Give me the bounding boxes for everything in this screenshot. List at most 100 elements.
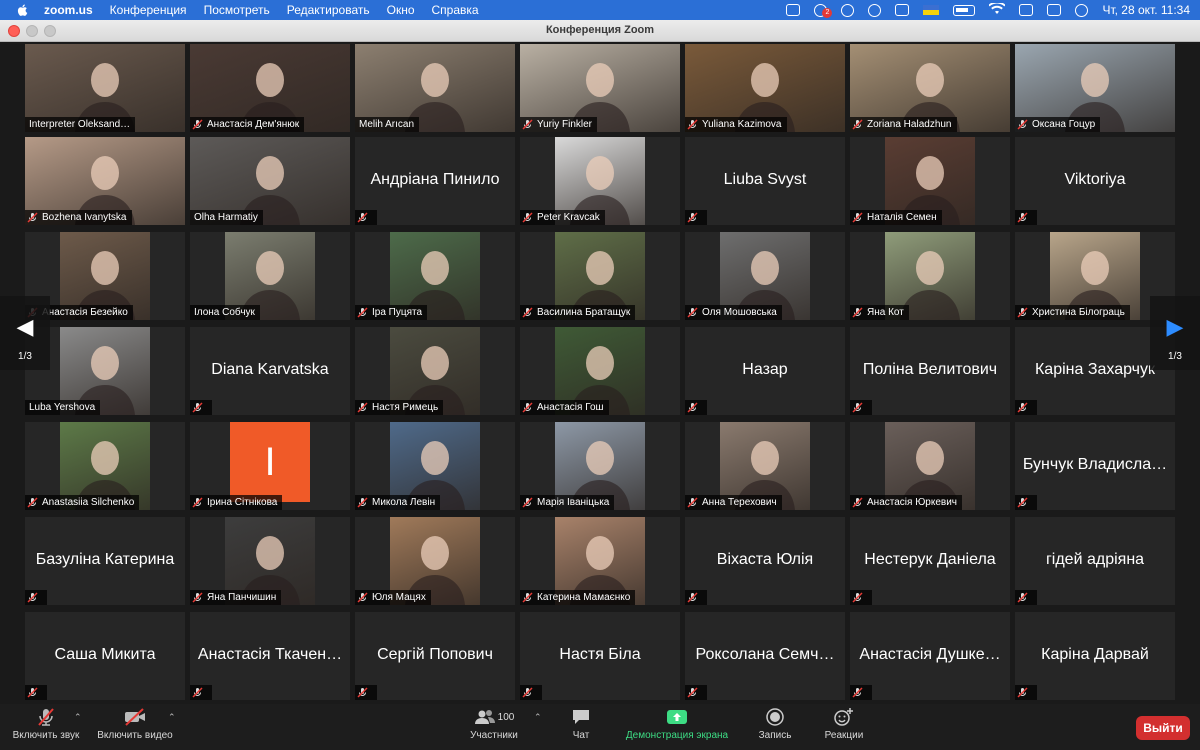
- participant-tile[interactable]: Peter Kravcak: [520, 137, 680, 225]
- keyboard-icon[interactable]: [1019, 4, 1034, 16]
- participant-display-name: Liuba Svyst: [723, 171, 807, 188]
- screen-icon[interactable]: [895, 4, 910, 16]
- participant-tile[interactable]: Anastasiia Silchenko: [25, 422, 185, 510]
- participant-tile[interactable]: Diana Karvatska: [190, 327, 350, 415]
- participant-tile[interactable]: Анастасія Ткачен…: [190, 612, 350, 700]
- participant-tile[interactable]: Бунчук Владисла…: [1015, 422, 1175, 510]
- participant-name: Наталія Семен: [867, 212, 937, 223]
- participant-tile[interactable]: Анастасія Гош: [520, 327, 680, 415]
- participant-tile[interactable]: Катерина Мамаєнко: [520, 517, 680, 605]
- leave-meeting-button[interactable]: Выйти: [1136, 716, 1190, 740]
- participant-name: Ірина Сітнікова: [207, 497, 278, 508]
- participant-tile[interactable]: І Ірина Сітнікова: [190, 422, 350, 510]
- participant-tile[interactable]: Микола Левін: [355, 422, 515, 510]
- record-button[interactable]: Запись: [752, 704, 798, 750]
- participant-name-label: Василина Братащук: [520, 305, 636, 320]
- participant-name-label: [850, 400, 872, 415]
- participant-tile[interactable]: Настя Римець: [355, 327, 515, 415]
- participant-name: Оксана Гоцур: [1032, 119, 1096, 130]
- microphone-muted-icon: [1017, 212, 1028, 223]
- participant-tile[interactable]: Андріана Пинило: [355, 137, 515, 225]
- participants-button[interactable]: 100 Участники: [466, 704, 522, 750]
- participant-display-name: Анастасія Ткачен…: [197, 646, 343, 663]
- microphone-muted-icon: [852, 307, 863, 318]
- participant-tile[interactable]: Ілона Собчук: [190, 232, 350, 320]
- participant-tile[interactable]: Нестерук Даніела: [850, 517, 1010, 605]
- participant-tile[interactable]: Марія Іваніцька: [520, 422, 680, 510]
- unmute-button[interactable]: Включить звук: [6, 704, 86, 750]
- menu-bar-clock[interactable]: Чт, 28 окт. 11:34: [1102, 3, 1190, 17]
- microphone-muted-icon: [687, 307, 698, 318]
- share-screen-button[interactable]: Демонстрация экрана: [616, 704, 738, 750]
- siri-icon[interactable]: [1075, 3, 1089, 17]
- participant-tile[interactable]: гідей адріяна: [1015, 517, 1175, 605]
- participant-tile[interactable]: Назар: [685, 327, 845, 415]
- participant-tile[interactable]: Яна Панчишин: [190, 517, 350, 605]
- participant-tile[interactable]: Саша Микита: [25, 612, 185, 700]
- participant-tile[interactable]: Оксана Гоцур: [1015, 44, 1175, 132]
- wifi-icon[interactable]: [988, 1, 1007, 18]
- microphone-muted-icon: [357, 497, 368, 508]
- participant-tile[interactable]: Yuliana Kazimova: [685, 44, 845, 132]
- apple-menu-icon[interactable]: [16, 3, 30, 17]
- menu-window[interactable]: Окно: [387, 3, 415, 17]
- participant-tile[interactable]: Yuriy Finkler: [520, 44, 680, 132]
- meeting-toolbar: Включить звук ⌃ Включить видео ⌃ 100 Уча…: [0, 704, 1200, 750]
- control-center-icon[interactable]: [1047, 4, 1062, 16]
- participant-tile[interactable]: Віхаста Юлія: [685, 517, 845, 605]
- participant-tile[interactable]: Анастасія Юркевич: [850, 422, 1010, 510]
- participant-tile[interactable]: Настя Біла: [520, 612, 680, 700]
- reactions-button[interactable]: Реакции: [818, 704, 870, 750]
- participant-tile[interactable]: Оля Мошовська: [685, 232, 845, 320]
- participant-tile[interactable]: Іра Пуцята: [355, 232, 515, 320]
- participants-options-chevron-icon[interactable]: ⌃: [534, 712, 542, 723]
- participant-display-name: Бунчук Владисла…: [1022, 456, 1168, 473]
- participant-tile[interactable]: Bozhena Ivanytska: [25, 137, 185, 225]
- participant-tile[interactable]: Роксолана Семч…: [685, 612, 845, 700]
- participant-tile[interactable]: Liuba Svyst: [685, 137, 845, 225]
- participant-tile[interactable]: Viktoriya: [1015, 137, 1175, 225]
- participant-tile[interactable]: Базуліна Катерина: [25, 517, 185, 605]
- menu-app-name[interactable]: zoom.us: [44, 3, 93, 17]
- menu-help[interactable]: Справка: [432, 3, 479, 17]
- microphone-muted-icon: [1017, 307, 1028, 318]
- video-options-chevron-icon[interactable]: ⌃: [168, 712, 176, 723]
- start-video-button[interactable]: Включить видео: [94, 704, 176, 750]
- chat-button[interactable]: Чат: [561, 704, 601, 750]
- audio-options-chevron-icon[interactable]: ⌃: [74, 712, 82, 723]
- zoom-status-icon[interactable]: [786, 4, 801, 16]
- participant-tile[interactable]: Поліна Велитович: [850, 327, 1010, 415]
- participant-tile[interactable]: Наталія Семен: [850, 137, 1010, 225]
- menu-conference[interactable]: Конференция: [110, 3, 187, 17]
- participant-tile[interactable]: Melih Arıcan: [355, 44, 515, 132]
- participant-tile[interactable]: Анастасія Душке…: [850, 612, 1010, 700]
- participant-name-label: [190, 685, 212, 700]
- keyboard-layout-flag-icon[interactable]: [923, 5, 940, 15]
- participant-tile[interactable]: Яна Кот: [850, 232, 1010, 320]
- macos-menu-bar: zoom.us Конференция Посмотреть Редактиро…: [0, 0, 1200, 20]
- menu-view[interactable]: Посмотреть: [204, 3, 270, 17]
- previous-page-button[interactable]: ◀ 1/3: [0, 296, 50, 370]
- participant-tile[interactable]: Василина Братащук: [520, 232, 680, 320]
- participant-name-label: Anastasiia Silchenko: [25, 495, 140, 510]
- participant-tile[interactable]: Olha Harmatiy: [190, 137, 350, 225]
- microphone-muted-icon: [357, 307, 368, 318]
- participant-tile[interactable]: Каріна Дарвай: [1015, 612, 1175, 700]
- notification-icon[interactable]: 2: [814, 3, 833, 18]
- participant-display-name: Поліна Велитович: [862, 361, 998, 378]
- participant-name-label: Bozhena Ivanytska: [25, 210, 132, 225]
- participant-name-label: Марія Іваніцька: [520, 495, 615, 510]
- battery-icon[interactable]: [953, 4, 976, 16]
- participant-tile[interactable]: Сергій Попович: [355, 612, 515, 700]
- participant-tile[interactable]: Анастасія Дем'янюк: [190, 44, 350, 132]
- creative-cloud-icon[interactable]: [868, 3, 882, 17]
- participant-name-label: [1015, 685, 1037, 700]
- participant-tile[interactable]: Анна Терехович: [685, 422, 845, 510]
- next-page-button[interactable]: ▶ 1/3: [1150, 296, 1200, 370]
- participant-tile[interactable]: Юля Мацях: [355, 517, 515, 605]
- participants-icon: 100: [466, 704, 522, 730]
- compass-icon[interactable]: [841, 3, 855, 17]
- menu-edit[interactable]: Редактировать: [287, 3, 370, 17]
- participant-tile[interactable]: Zoriana Haladzhun: [850, 44, 1010, 132]
- participant-tile[interactable]: Interpreter Oleksand…: [25, 44, 185, 132]
